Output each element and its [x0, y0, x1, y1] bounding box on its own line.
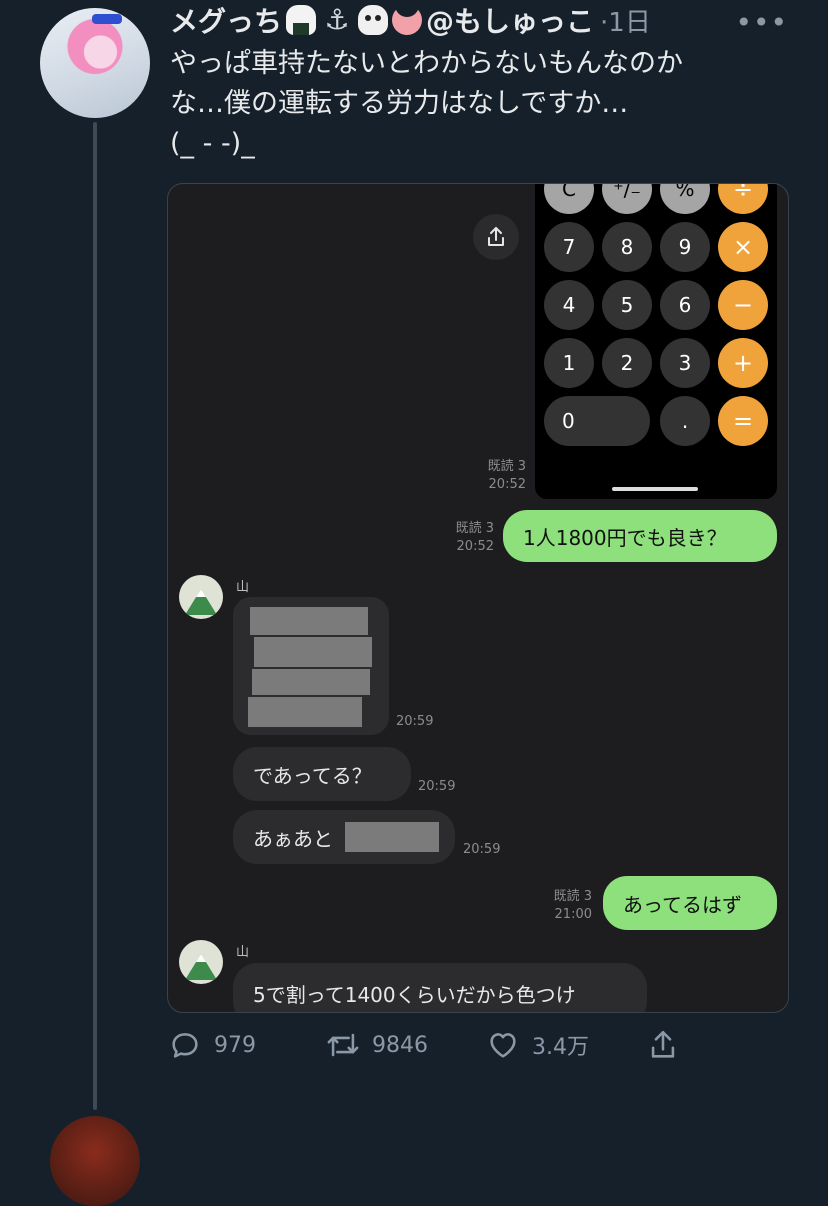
reply-button[interactable]: 979 [168, 1028, 256, 1062]
chat-bubble-theirs: あぁあと [233, 810, 455, 864]
calc-key: C [544, 184, 594, 214]
share-icon [651, 1030, 675, 1058]
rice-ball-emoji [286, 5, 317, 35]
calc-key: × [718, 222, 768, 272]
calc-key: 5 [602, 280, 652, 330]
redaction-block [250, 607, 368, 635]
m3-text: あぁあと [253, 826, 333, 851]
skull-emoji [358, 5, 389, 35]
reply-icon [172, 1033, 198, 1058]
calc-key: 1 [544, 338, 594, 388]
calc-read-meta: 既読 3 20:52 [468, 458, 526, 494]
calc-key: 0 [544, 396, 650, 446]
retweet-button[interactable]: 9846 [326, 1028, 428, 1062]
redaction-block [252, 669, 370, 695]
chat-bubble-mine: あってるはず [603, 876, 777, 930]
tweet-text: やっぱ車持たないとわからないもんなのか な…僕の運転する労力はなしですか… (_… [170, 48, 683, 159]
calc-key: 8 [602, 222, 652, 272]
calc-key: ÷ [718, 184, 768, 214]
calc-key: 6 [660, 280, 710, 330]
m4-read-status: 既読 3 [553, 889, 592, 904]
calc-key: + [718, 338, 768, 388]
tweet-time[interactable]: ·1日 [600, 2, 651, 39]
calc-key: = [718, 396, 768, 446]
calc-key: 4 [544, 280, 594, 330]
blurred-message [233, 597, 389, 735]
mountain-avatar[interactable] [179, 940, 223, 984]
reply-count: 979 [214, 1032, 256, 1058]
sender-name: 山 [236, 580, 250, 595]
calc-key: 7 [544, 222, 594, 272]
chat-bubble-mine: 1人1800円でも良き？ [503, 510, 777, 562]
calc-key: % [660, 184, 710, 214]
chat-bubble-theirs: 5で割って1400くらいだから色つけ [233, 963, 647, 1012]
calc-read-time: 20:52 [488, 477, 526, 492]
m3-time: 20:59 [463, 842, 501, 857]
calc-key: . [660, 396, 710, 446]
more-options-icon[interactable]: ••• [735, 6, 788, 39]
retweet-count: 9846 [372, 1032, 428, 1058]
tongue-emoji [392, 5, 423, 35]
thread-line [93, 122, 97, 1110]
m1-read-status: 既読 3 [455, 521, 494, 536]
sender-name: 山 [236, 945, 250, 960]
m4-time: 21:00 [554, 907, 592, 922]
calc-key: 2 [602, 338, 652, 388]
tweet-actions: 979 9846 3.4万 [168, 1028, 788, 1068]
redaction-block [345, 822, 439, 852]
mountain-avatar[interactable] [179, 575, 223, 619]
calc-key: ⁺∕₋ [602, 184, 652, 214]
m2-time: 20:59 [418, 779, 456, 794]
calc-key: − [718, 280, 768, 330]
next-tweet-avatar[interactable] [50, 1116, 140, 1206]
home-indicator [612, 487, 698, 491]
anchor-emoji: ⚓ [324, 3, 350, 36]
m4-meta: 既読 3 21:00 [536, 888, 592, 924]
retweet-icon [327, 1033, 359, 1057]
heart-icon [490, 1033, 516, 1058]
chat-bubble-theirs: であってる？ [233, 747, 411, 801]
user-handle[interactable]: @もしゅっこ [426, 0, 594, 40]
share-button[interactable] [646, 1028, 692, 1062]
hair-bow [92, 14, 122, 24]
like-count: 3.4万 [532, 1035, 589, 1060]
m1-meta: 既読 3 20:52 [438, 520, 494, 556]
author-avatar[interactable] [40, 8, 150, 118]
display-name[interactable]: メグっち [170, 0, 282, 40]
like-button[interactable]: 3.4万 [486, 1028, 589, 1062]
tweet-header: メグっち ⚓ @もしゅっこ ·1日 ••• [170, 0, 788, 40]
m1-time: 20:52 [456, 539, 494, 554]
redaction-block [248, 697, 362, 727]
share-icon[interactable] [473, 214, 519, 260]
calculator-screenshot: C ⁺∕₋% ÷ 7 8 9 × 4 5 6− 1 2 3 +0. = [535, 184, 777, 499]
blurred-message-time: 20:59 [396, 714, 434, 729]
calc-key: 9 [660, 222, 710, 272]
tweet-image[interactable]: C ⁺∕₋% ÷ 7 8 9 × 4 5 6− 1 2 3 +0. = 既読 3 20:52 既読 3 20… [167, 183, 789, 1013]
calc-read-status: 既読 3 [487, 459, 526, 474]
redaction-block [254, 637, 372, 667]
calc-key: 3 [660, 338, 710, 388]
